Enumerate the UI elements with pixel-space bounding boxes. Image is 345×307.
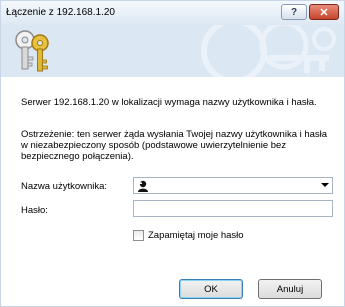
dialog-banner (1, 25, 344, 77)
user-silhouette-icon (138, 180, 148, 192)
username-label: Nazwa użytkownika: (21, 181, 108, 192)
close-button[interactable]: ✕ (309, 4, 339, 20)
cancel-button[interactable]: Anuluj (258, 279, 322, 299)
server-prompt-text: Serwer 192.168.1.20 w lokalizacji wymaga… (21, 97, 317, 108)
password-label: Hasło: (21, 205, 48, 216)
help-button[interactable]: ? (281, 4, 307, 20)
keys-icon (15, 30, 49, 72)
login-dialog: Łączenie z 192.168.1.20 ? ✕ Serwer 192.1… (0, 0, 345, 307)
username-combobox[interactable] (133, 177, 333, 194)
ok-button[interactable]: OK (179, 279, 243, 299)
security-warning-text: Ostrzeżenie: ten serwer żąda wysłania Tw… (21, 129, 328, 162)
banner-decoration (201, 25, 336, 77)
remember-password-label[interactable]: Zapamiętaj moje hasło (148, 230, 244, 241)
remember-password-checkbox[interactable] (133, 230, 144, 241)
password-field[interactable] (133, 200, 333, 217)
window-title: Łączenie z 192.168.1.20 (6, 7, 115, 18)
chevron-down-icon[interactable] (321, 183, 329, 187)
title-bar[interactable]: Łączenie z 192.168.1.20 ? ✕ (1, 1, 344, 25)
